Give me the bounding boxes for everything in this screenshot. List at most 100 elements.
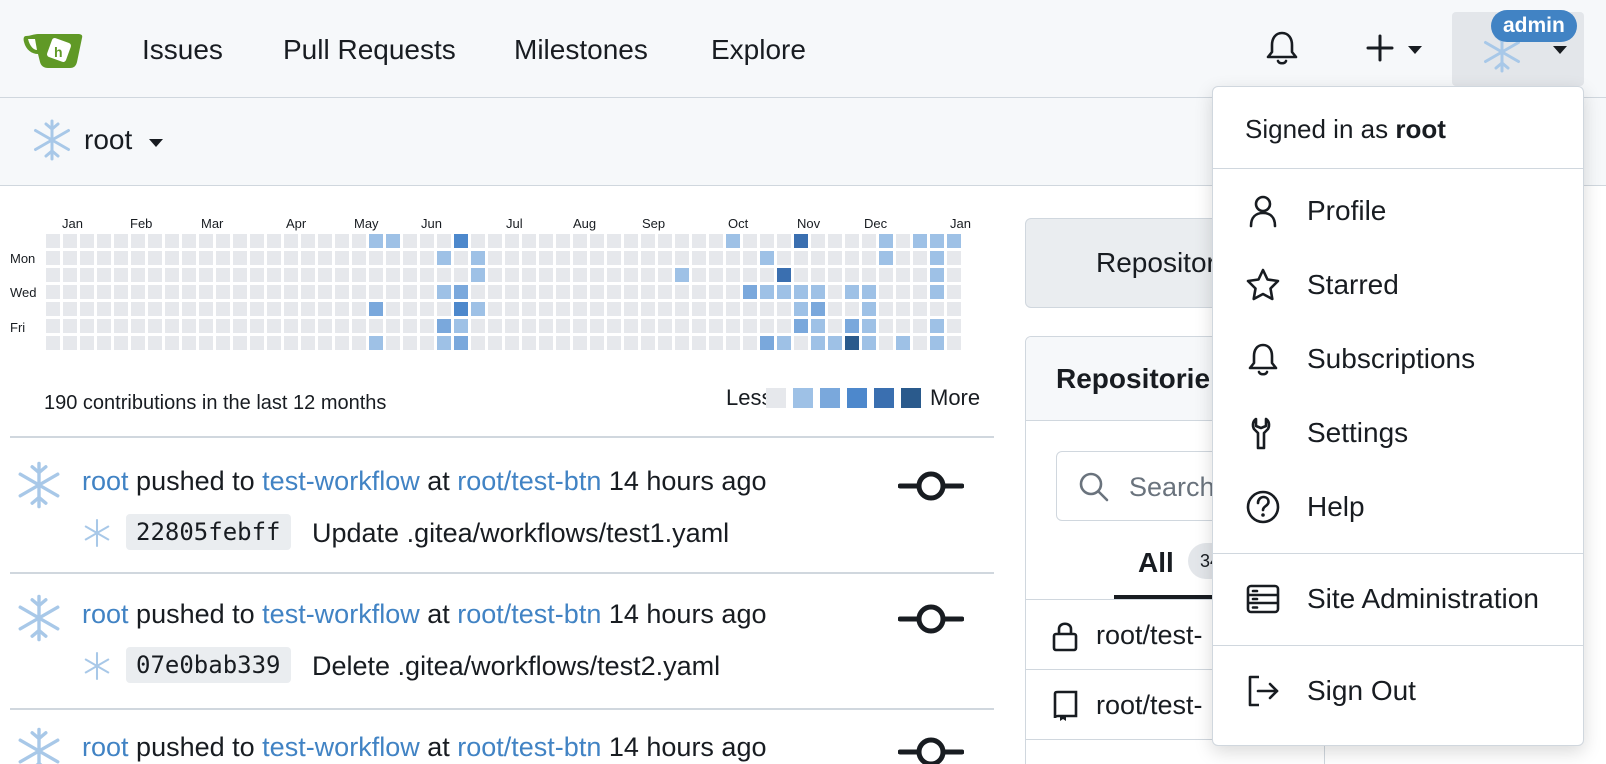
heatmap-cell[interactable]: [80, 302, 94, 316]
heatmap-cell[interactable]: [369, 336, 383, 350]
repo-name[interactable]: root/test-: [1096, 616, 1203, 654]
heatmap-cell[interactable]: [607, 285, 621, 299]
heatmap-cell[interactable]: [675, 319, 689, 333]
heatmap-cell[interactable]: [182, 251, 196, 265]
heatmap-cell[interactable]: [80, 285, 94, 299]
heatmap-cell[interactable]: [148, 234, 162, 248]
heatmap-cell[interactable]: [913, 234, 927, 248]
heatmap-cell[interactable]: [879, 285, 893, 299]
feed-avatar-icon[interactable]: [14, 593, 64, 643]
heatmap-cell[interactable]: [624, 268, 638, 282]
heatmap-cell[interactable]: [641, 268, 655, 282]
heatmap-cell[interactable]: [573, 302, 587, 316]
heatmap-cell[interactable]: [131, 319, 145, 333]
nav-milestones[interactable]: Milestones: [514, 30, 648, 70]
heatmap-cell[interactable]: [148, 285, 162, 299]
heatmap-cell[interactable]: [505, 251, 519, 265]
heatmap-cell[interactable]: [743, 285, 757, 299]
heatmap-cell[interactable]: [420, 251, 434, 265]
heatmap-cell[interactable]: [318, 319, 332, 333]
heatmap-cell[interactable]: [607, 319, 621, 333]
heatmap-cell[interactable]: [148, 302, 162, 316]
heatmap-cell[interactable]: [386, 302, 400, 316]
heatmap-cell[interactable]: [726, 251, 740, 265]
heatmap-cell[interactable]: [726, 234, 740, 248]
heatmap-cell[interactable]: [386, 285, 400, 299]
heatmap-cell[interactable]: [216, 285, 230, 299]
heatmap-cell[interactable]: [114, 302, 128, 316]
heatmap-cell[interactable]: [63, 336, 77, 350]
heatmap-cell[interactable]: [692, 234, 706, 248]
heatmap-cell[interactable]: [46, 268, 60, 282]
heatmap-cell[interactable]: [794, 268, 808, 282]
heatmap-cell[interactable]: [624, 251, 638, 265]
heatmap-cell[interactable]: [879, 234, 893, 248]
heatmap-cell[interactable]: [233, 336, 247, 350]
heatmap-cell[interactable]: [267, 336, 281, 350]
heatmap-cell[interactable]: [658, 336, 672, 350]
heatmap-cell[interactable]: [403, 234, 417, 248]
chevron-down-icon[interactable]: [1407, 45, 1423, 55]
heatmap-cell[interactable]: [369, 234, 383, 248]
heatmap-cell[interactable]: [641, 285, 655, 299]
heatmap-cell[interactable]: [335, 302, 349, 316]
heatmap-cell[interactable]: [930, 319, 944, 333]
heatmap-cell[interactable]: [896, 319, 910, 333]
heatmap-cell[interactable]: [658, 285, 672, 299]
heatmap-cell[interactable]: [352, 302, 366, 316]
heatmap-cell[interactable]: [301, 336, 315, 350]
heatmap-cell[interactable]: [182, 319, 196, 333]
heatmap-cell[interactable]: [437, 319, 451, 333]
heatmap-cell[interactable]: [862, 251, 876, 265]
heatmap-cell[interactable]: [63, 234, 77, 248]
heatmap-cell[interactable]: [505, 234, 519, 248]
heatmap-cell[interactable]: [743, 251, 757, 265]
commit-sha-link[interactable]: 22805febff: [126, 514, 291, 550]
heatmap-cell[interactable]: [386, 234, 400, 248]
heatmap-cell[interactable]: [930, 251, 944, 265]
heatmap-cell[interactable]: [862, 336, 876, 350]
heatmap-cell[interactable]: [641, 336, 655, 350]
heatmap-cell[interactable]: [743, 234, 757, 248]
heatmap-cell[interactable]: [369, 285, 383, 299]
heatmap-cell[interactable]: [862, 302, 876, 316]
heatmap-cell[interactable]: [403, 336, 417, 350]
heatmap-cell[interactable]: [403, 302, 417, 316]
repo-filter-all[interactable]: All: [1138, 543, 1174, 583]
heatmap-cell[interactable]: [284, 302, 298, 316]
heatmap-cell[interactable]: [97, 251, 111, 265]
heatmap-cell[interactable]: [913, 251, 927, 265]
heatmap-cell[interactable]: [369, 319, 383, 333]
heatmap-cell[interactable]: [335, 268, 349, 282]
heatmap-cell[interactable]: [131, 285, 145, 299]
heatmap-cell[interactable]: [624, 302, 638, 316]
heatmap-cell[interactable]: [658, 302, 672, 316]
heatmap-cell[interactable]: [182, 234, 196, 248]
heatmap-cell[interactable]: [454, 268, 468, 282]
heatmap-cell[interactable]: [318, 302, 332, 316]
heatmap-cell[interactable]: [760, 234, 774, 248]
heatmap-cell[interactable]: [726, 302, 740, 316]
heatmap-cell[interactable]: [522, 302, 536, 316]
heatmap-cell[interactable]: [165, 285, 179, 299]
heatmap-cell[interactable]: [624, 234, 638, 248]
heatmap-cell[interactable]: [46, 319, 60, 333]
heatmap-cell[interactable]: [896, 336, 910, 350]
heatmap-cell[interactable]: [182, 302, 196, 316]
heatmap-cell[interactable]: [675, 302, 689, 316]
heatmap-cell[interactable]: [335, 336, 349, 350]
menu-item-site-administration[interactable]: Site Administration: [1213, 563, 1583, 635]
menu-item-settings[interactable]: Settings: [1213, 397, 1583, 469]
heatmap-cell[interactable]: [505, 336, 519, 350]
heatmap-cell[interactable]: [726, 319, 740, 333]
heatmap-cell[interactable]: [811, 336, 825, 350]
heatmap-cell[interactable]: [658, 268, 672, 282]
heatmap-cell[interactable]: [760, 268, 774, 282]
heatmap-cell[interactable]: [233, 268, 247, 282]
heatmap-cell[interactable]: [828, 336, 842, 350]
heatmap-cell[interactable]: [862, 268, 876, 282]
nav-issues[interactable]: Issues: [142, 30, 223, 70]
heatmap-cell[interactable]: [216, 319, 230, 333]
heatmap-cell[interactable]: [556, 251, 570, 265]
heatmap-cell[interactable]: [624, 319, 638, 333]
